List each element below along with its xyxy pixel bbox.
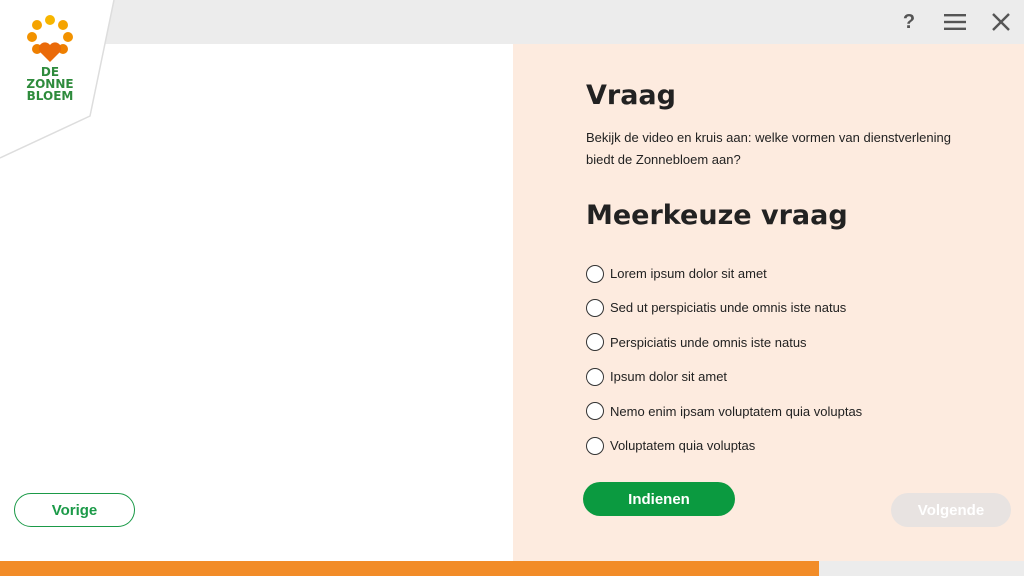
answer-options: Lorem ipsum dolor sit amet Sed ut perspi…	[586, 256, 966, 462]
answer-option[interactable]: Lorem ipsum dolor sit amet	[586, 256, 966, 290]
answer-option[interactable]: Voluptatem quia voluptas	[586, 428, 966, 462]
logo-text: DE ZONNE BLOEM	[26, 65, 74, 103]
question-text: Bekijk de video en kruis aan: welke vorm…	[586, 130, 951, 167]
radio-button[interactable]	[586, 298, 604, 317]
radio-button[interactable]	[586, 333, 604, 352]
answer-option-label: Lorem ipsum dolor sit amet	[610, 266, 767, 282]
radio-button[interactable]	[586, 367, 604, 386]
question-content: Vraag Bekijk de video en kruis aan: welk…	[586, 78, 966, 463]
answer-option-label: Nemo enim ipsam voluptatem quia voluptas	[610, 403, 863, 419]
submit-button[interactable]: Indienen	[583, 482, 735, 516]
close-icon[interactable]	[988, 9, 1014, 35]
multiple-choice-heading: Meerkeuze vraag	[586, 200, 848, 231]
radio-button[interactable]	[586, 436, 604, 455]
answer-option-label: Perspiciatis unde omnis iste natus	[610, 334, 807, 350]
answer-option-label: Ipsum dolor sit amet	[610, 369, 728, 385]
top-bar: ?	[0, 0, 1024, 44]
radio-button[interactable]	[586, 402, 604, 421]
answer-option[interactable]: Perspiciatis unde omnis iste natus	[586, 325, 966, 359]
next-button[interactable]: Volgende	[891, 493, 1011, 527]
previous-button[interactable]: Vorige	[14, 493, 135, 527]
answer-option[interactable]: Nemo enim ipsam voluptatem quia voluptas	[586, 394, 966, 428]
toolbar-icons: ?	[896, 0, 1014, 44]
question-heading: Vraag	[586, 80, 676, 111]
answer-option-label: Voluptatem quia voluptas	[610, 438, 756, 454]
answer-option[interactable]: Ipsum dolor sit amet	[586, 360, 966, 394]
progress-bar	[0, 561, 1024, 576]
answer-option[interactable]: Sed ut perspiciatis unde omnis iste natu…	[586, 291, 966, 325]
logo: DE ZONNE BLOEM	[0, 0, 120, 160]
help-icon[interactable]: ?	[896, 9, 922, 35]
radio-button[interactable]	[586, 264, 604, 283]
progress-bar-fill	[0, 561, 820, 576]
answer-option-label: Sed ut perspiciatis unde omnis iste natu…	[610, 300, 847, 316]
sunflower-icon	[27, 15, 73, 62]
menu-icon[interactable]	[942, 9, 968, 35]
